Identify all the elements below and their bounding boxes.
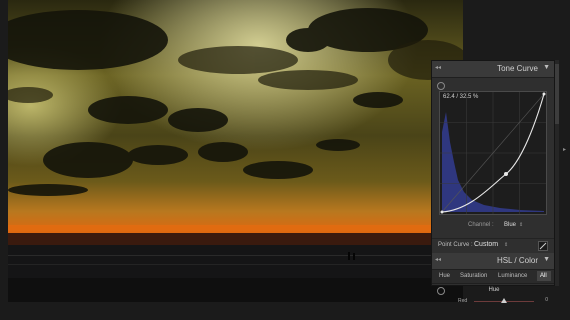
point-curve-row: Point Curve : Custom ⇕	[432, 238, 554, 253]
photo-preview[interactable]	[8, 0, 463, 302]
channel-label: Channel :	[468, 222, 494, 228]
hsl-title: HSL / Color	[496, 256, 538, 265]
scrollbar-thumb[interactable]	[555, 64, 559, 124]
panel-collapse-icon[interactable]: ◂◂	[435, 256, 441, 263]
hsl-section-title: Hue	[488, 287, 500, 293]
channel-value[interactable]: Blue	[504, 222, 516, 228]
point-curve-value[interactable]: Custom	[474, 241, 498, 248]
panel-scrollbar[interactable]	[555, 60, 559, 286]
hsl-body: Hue Red 0	[432, 284, 554, 310]
panel-collapse-icon[interactable]: ◂◂	[435, 64, 441, 71]
tab-all[interactable]: All	[540, 273, 547, 279]
collapse-right-panel-icon[interactable]: ▸	[563, 146, 566, 153]
tab-luminance[interactable]: Luminance	[498, 273, 527, 279]
curve-point	[504, 172, 508, 176]
channel-selector[interactable]: Channel : Blue ⇕	[432, 220, 556, 232]
edit-point-curve-icon[interactable]	[538, 241, 548, 251]
disclosure-triangle-icon[interactable]: ▼	[543, 256, 550, 263]
targeted-adjustment-icon[interactable]	[437, 82, 445, 90]
tone-curve-title: Tone Curve	[497, 64, 538, 73]
disclosure-triangle-icon[interactable]: ▼	[543, 64, 550, 71]
point-curve-label: Point Curve :	[438, 242, 473, 248]
curve-readout: 62.4 / 32.5 %	[443, 94, 479, 100]
point-curve-dropdown-icon[interactable]: ⇕	[504, 242, 508, 248]
tab-saturation[interactable]: Saturation	[460, 273, 487, 279]
slider-label-red: Red	[458, 298, 468, 304]
curve-point-end	[542, 92, 546, 96]
hsl-header[interactable]: ◂◂ HSL / Color ▼	[432, 253, 554, 270]
slider-value-red[interactable]: 0	[545, 297, 548, 303]
develop-panel: ◂◂ Tone Curve ▼ 62.4 / 32.5 % Channel: …	[431, 60, 555, 304]
tone-curve-graph[interactable]: 62.4 / 32.5 %	[439, 91, 547, 215]
tone-curve-header[interactable]: ◂◂ Tone Curve ▼	[432, 61, 554, 78]
hsl-tabs: Hue Saturation Luminance All	[432, 270, 554, 284]
curve-point-start	[440, 210, 444, 214]
channel-dropdown-icon[interactable]: ⇕	[519, 222, 523, 228]
tab-hue[interactable]: Hue	[439, 273, 450, 279]
slider-thumb-red[interactable]	[501, 298, 507, 303]
tone-curve-body: 62.4 / 32.5 % Channel : Blue ⇕	[432, 78, 554, 238]
